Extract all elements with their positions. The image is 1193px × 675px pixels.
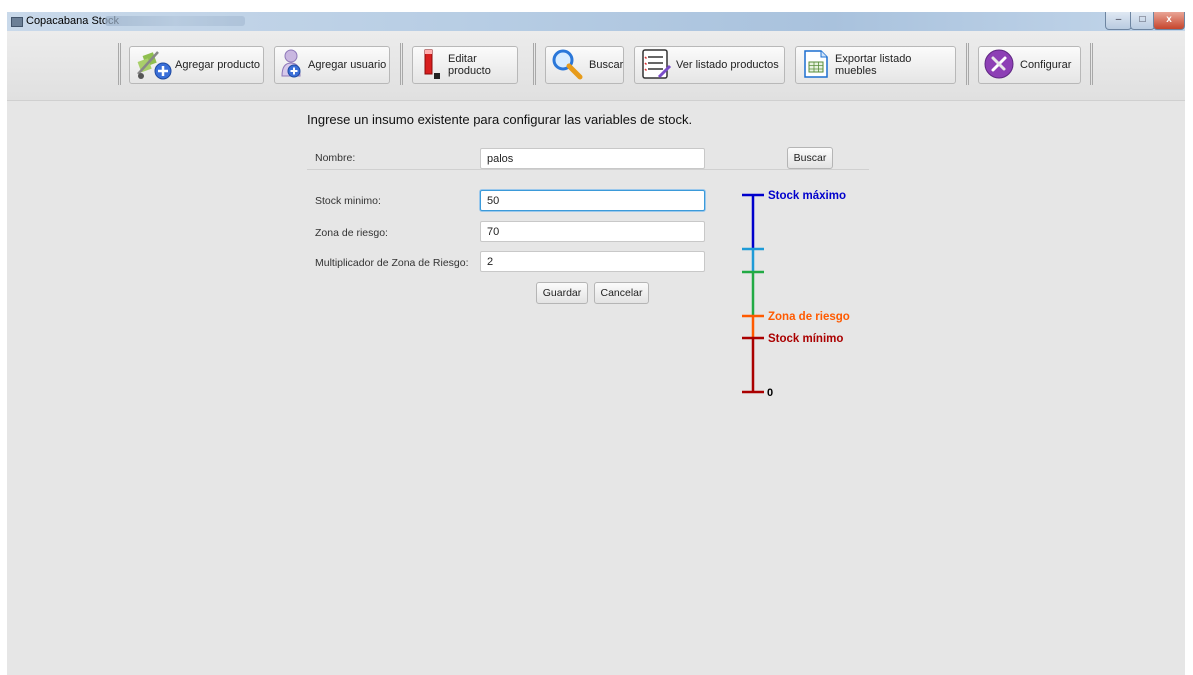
agregar-producto-label: Agregar producto [175, 59, 260, 71]
zona-riesgo-input[interactable] [480, 221, 705, 242]
configurar-label: Configurar [1020, 59, 1072, 71]
toolbar-separator [118, 43, 121, 85]
spreadsheet-icon [800, 48, 832, 83]
stock-minimo-input[interactable] [480, 190, 705, 211]
magnifier-icon [550, 48, 586, 83]
gauge-max-label: Stock máximo [768, 190, 846, 202]
maximize-button[interactable]: □ [1130, 12, 1155, 30]
buscar-toolbar-label: Buscar [589, 59, 624, 71]
agregar-usuario-label: Agregar usuario [308, 59, 387, 71]
multiplicador-label: Multiplicador de Zona de Riesgo: [315, 257, 469, 269]
user-add-icon [279, 48, 305, 83]
toolbar-separator [966, 43, 969, 85]
zona-riesgo-label: Zona de riesgo: [315, 227, 388, 239]
toolbar-separator [533, 43, 536, 85]
minimize-button[interactable]: – [1105, 12, 1132, 30]
guardar-button[interactable]: Guardar [536, 282, 588, 304]
buscar-button[interactable]: Buscar [787, 147, 833, 169]
main-toolbar: Agregar producto Agregar usuario Editar … [7, 31, 1185, 101]
title-blur [105, 16, 245, 26]
hand-truck-add-icon [134, 48, 172, 83]
toolbar-separator [1090, 43, 1093, 85]
toolbar-separator [400, 43, 403, 85]
gauge-zero-label: 0 [767, 387, 773, 399]
pencil-icon [417, 48, 445, 83]
editar-producto-label: Editar producto [448, 53, 491, 77]
stock-gauge: Stock máximo Zona de riesgo Stock mínimo… [742, 190, 850, 399]
stock-minimo-label: Stock minimo: [315, 195, 381, 207]
exportar-listado-muebles-button[interactable]: Exportar listado muebles [795, 46, 956, 84]
app-icon [11, 17, 23, 27]
buscar-toolbar-button[interactable]: Buscar [545, 46, 624, 84]
configurar-button[interactable]: Configurar [978, 46, 1081, 84]
agregar-producto-button[interactable]: Agregar producto [129, 46, 264, 84]
nombre-label: Nombre: [315, 152, 356, 164]
checklist-icon [639, 47, 673, 84]
tools-icon [983, 48, 1017, 83]
close-button[interactable]: x [1153, 12, 1185, 30]
gauge-min-label: Stock mínimo [768, 333, 843, 345]
editar-producto-button[interactable]: Editar producto [412, 46, 518, 84]
cancelar-button[interactable]: Cancelar [594, 282, 649, 304]
ver-listado-productos-button[interactable]: Ver listado productos [634, 46, 785, 84]
ver-listado-productos-label: Ver listado productos [676, 59, 779, 71]
exportar-listado-muebles-label: Exportar listado muebles [835, 53, 912, 77]
multiplicador-input[interactable] [480, 251, 705, 272]
agregar-usuario-button[interactable]: Agregar usuario [274, 46, 390, 84]
form-divider [307, 169, 869, 170]
form-heading: Ingrese un insumo existente para configu… [307, 112, 693, 127]
gauge-riesgo-label: Zona de riesgo [768, 311, 850, 323]
title-bar: Copacabana Stock – □ x [7, 12, 1185, 31]
nombre-input[interactable] [480, 148, 705, 169]
